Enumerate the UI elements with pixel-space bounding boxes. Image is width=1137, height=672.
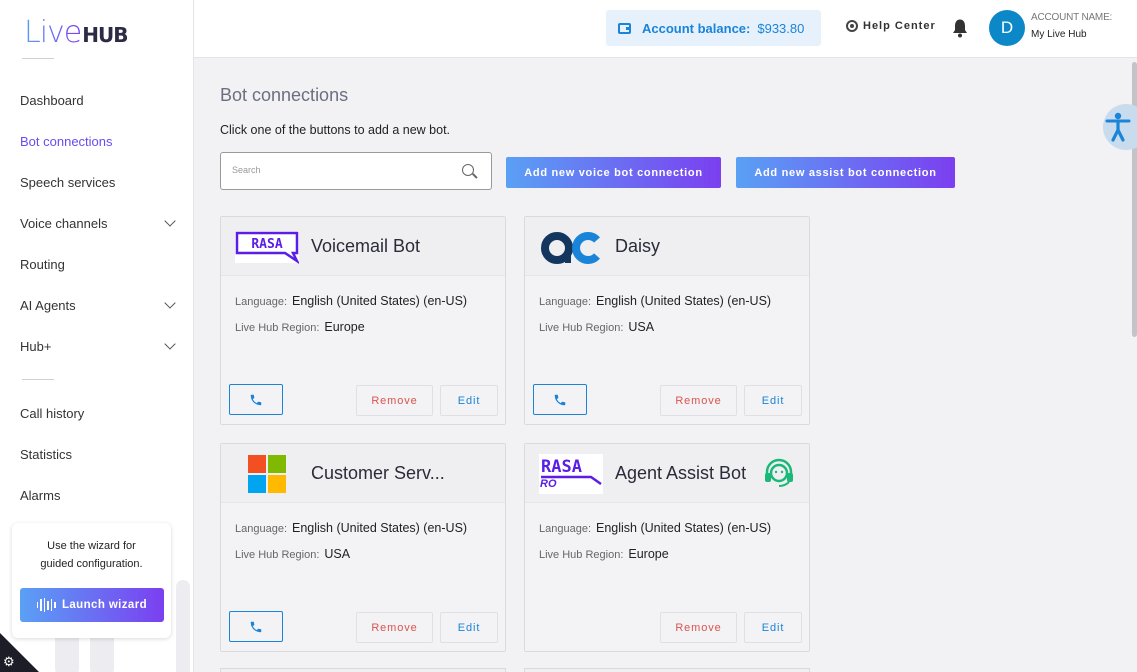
language-value: English (United States) (en-US) bbox=[596, 521, 772, 535]
language-label: Language: bbox=[539, 296, 591, 308]
avatar[interactable]: D bbox=[989, 10, 1025, 46]
chevron-down-icon bbox=[164, 338, 176, 350]
page-title: Bot connections bbox=[220, 85, 349, 105]
agent-assist-icon bbox=[765, 458, 793, 487]
region-value: Europe bbox=[324, 320, 365, 334]
language-label: Language: bbox=[539, 523, 591, 535]
bot-card-agent-assist: RASA RO Agent Assist Bot Language: Englis… bbox=[524, 443, 810, 652]
launch-wizard-button[interactable]: Launch wizard bbox=[20, 588, 164, 622]
page-subtitle: Click one of the buttons to add a new bo… bbox=[220, 123, 451, 137]
scrollbar-thumb[interactable] bbox=[1132, 62, 1137, 337]
card-title: Voicemail Bot bbox=[311, 236, 421, 256]
call-button[interactable] bbox=[229, 384, 283, 415]
search-input[interactable] bbox=[232, 165, 452, 175]
card-title: Agent Assist Bot bbox=[615, 463, 747, 483]
add-voice-bot-button[interactable]: Add new voice bot connection bbox=[506, 157, 721, 188]
region-label: Live Hub Region: bbox=[235, 549, 320, 561]
chevron-down-icon bbox=[164, 297, 176, 309]
region-label: Live Hub Region: bbox=[235, 322, 320, 334]
help-center-link[interactable]: Help Center bbox=[846, 20, 936, 32]
sidebar-item-dashboard[interactable]: Dashboard bbox=[20, 89, 180, 111]
bell-icon[interactable] bbox=[952, 18, 968, 38]
divider bbox=[22, 58, 54, 59]
ac-logo bbox=[541, 232, 600, 264]
edit-button[interactable]: Edit bbox=[440, 385, 498, 416]
bot-card-daisy: Daisy Language: English (United States) (… bbox=[524, 216, 810, 425]
chevron-down-icon bbox=[164, 215, 176, 227]
language-value: English (United States) (en-US) bbox=[292, 294, 468, 308]
sidebar-item-statistics[interactable]: Statistics bbox=[20, 443, 180, 465]
sidebar-item-call-history[interactable]: Call history bbox=[20, 402, 180, 424]
language-value: English (United States) (en-US) bbox=[596, 294, 772, 308]
account-name: My Live Hub bbox=[1031, 29, 1087, 40]
wizard-description: Use the wizard for guided configuration. bbox=[40, 540, 143, 570]
sidebar-item-ai-agents[interactable]: AI Agents bbox=[20, 294, 180, 316]
card-body: Language: English (United States) (en-US)… bbox=[221, 503, 505, 651]
region-value: USA bbox=[628, 320, 655, 334]
card-header: RASA RO Agent Assist Bot bbox=[525, 444, 809, 503]
sidebar-item-bot-connections[interactable]: Bot connections bbox=[20, 130, 180, 152]
ro-label: RO bbox=[540, 478, 557, 490]
phone-icon bbox=[554, 394, 566, 405]
region-value: Europe bbox=[628, 547, 669, 561]
phone-icon bbox=[250, 394, 262, 405]
svg-text:RASA: RASA bbox=[541, 457, 582, 477]
card-body: Language: English (United States) (en-US)… bbox=[221, 276, 505, 424]
search-icon[interactable] bbox=[462, 164, 474, 176]
divider bbox=[22, 379, 54, 380]
livehub-logo[interactable]: Live HUB bbox=[24, 14, 129, 50]
card-header: Daisy bbox=[525, 217, 809, 276]
card-body: Language: English (United States) (en-US)… bbox=[525, 503, 809, 651]
wallet-icon bbox=[618, 22, 631, 34]
language-label: Language: bbox=[235, 296, 287, 308]
remove-button[interactable]: Remove bbox=[660, 612, 737, 643]
search-box bbox=[220, 152, 492, 190]
bot-card-customer-service: Customer Serv... Language: English (Unite… bbox=[220, 443, 506, 652]
add-assist-bot-button[interactable]: Add new assist bot connection bbox=[736, 157, 955, 188]
region-label: Live Hub Region: bbox=[539, 322, 624, 334]
rasa-logo: RASA bbox=[235, 231, 299, 264]
svg-text:RASA: RASA bbox=[251, 237, 282, 252]
accessibility-icon bbox=[1105, 112, 1131, 142]
waveform-icon bbox=[36, 598, 56, 612]
remove-button[interactable]: Remove bbox=[356, 612, 433, 643]
sidebar-item-routing[interactable]: Routing bbox=[20, 253, 180, 275]
phone-icon bbox=[250, 621, 262, 632]
sidebar: Live HUB Dashboard Bot connections Speech… bbox=[0, 0, 194, 672]
top-header: Account balance: $933.80 Help Center D A… bbox=[194, 0, 1137, 58]
sidebar-item-speech-services[interactable]: Speech services bbox=[20, 171, 180, 193]
edit-button[interactable]: Edit bbox=[744, 385, 802, 416]
bot-card-partial bbox=[220, 668, 506, 672]
language-value: English (United States) (en-US) bbox=[292, 521, 468, 535]
accessibility-button[interactable] bbox=[1103, 104, 1137, 150]
remove-button[interactable]: Remove bbox=[660, 385, 737, 416]
card-title: Customer Serv... bbox=[311, 463, 445, 483]
edit-button[interactable]: Edit bbox=[744, 612, 802, 643]
bot-card-partial bbox=[524, 668, 810, 672]
card-title: Daisy bbox=[615, 236, 661, 256]
sidebar-item-alarms[interactable]: Alarms bbox=[20, 484, 180, 506]
call-button[interactable] bbox=[533, 384, 587, 415]
wizard-card: Use the wizard for guided configuration.… bbox=[12, 523, 171, 638]
microsoft-logo bbox=[248, 455, 286, 493]
region-label: Live Hub Region: bbox=[539, 549, 624, 561]
help-icon bbox=[846, 20, 858, 32]
sidebar-item-hub-plus[interactable]: Hub+ bbox=[20, 335, 180, 357]
language-label: Language: bbox=[235, 523, 287, 535]
region-value: USA bbox=[324, 547, 351, 561]
account-name-label: ACCOUNT NAME: bbox=[1031, 12, 1113, 23]
remove-button[interactable]: Remove bbox=[356, 385, 433, 416]
sidebar-item-voice-channels[interactable]: Voice channels bbox=[20, 212, 180, 234]
edit-button[interactable]: Edit bbox=[440, 612, 498, 643]
card-header: RASA Voicemail Bot bbox=[221, 217, 505, 276]
gear-icon[interactable]: ⚙ bbox=[3, 654, 15, 670]
card-header: Customer Serv... bbox=[221, 444, 505, 503]
bot-card-voicemail: RASA Voicemail Bot Language: English (Uni… bbox=[220, 216, 506, 425]
account-balance[interactable]: Account balance: $933.80 bbox=[606, 10, 821, 46]
card-body: Language: English (United States) (en-US)… bbox=[525, 276, 809, 424]
decoration bbox=[176, 580, 190, 672]
call-button[interactable] bbox=[229, 611, 283, 642]
